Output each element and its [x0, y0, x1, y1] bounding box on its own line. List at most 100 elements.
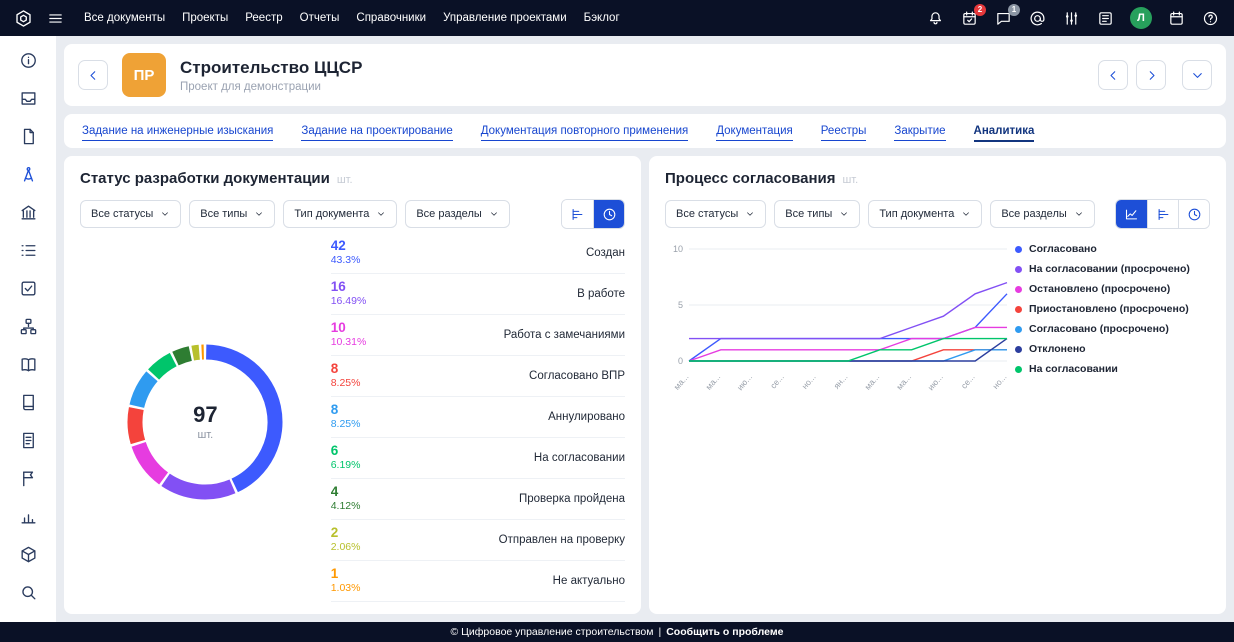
- legend-dot-icon: [1015, 326, 1022, 333]
- status-legend-list: 4243.3%Создан1616.49%В работе1010.31%Раб…: [331, 229, 625, 614]
- app-logo-icon[interactable]: [14, 9, 33, 28]
- doc-type-filter[interactable]: Тип документа: [868, 200, 982, 228]
- help-icon[interactable]: [1201, 9, 1220, 28]
- series-legend-item[interactable]: Согласовано: [1015, 243, 1210, 255]
- sidebar-item-search[interactable]: [0, 576, 56, 614]
- top-menu-item[interactable]: Справочники: [356, 12, 426, 24]
- series-legend-item[interactable]: Приостановлено (просрочено): [1015, 303, 1210, 315]
- legend-dot-icon: [1015, 286, 1022, 293]
- flag-icon: [19, 469, 38, 493]
- sidebar-item-bookopen[interactable]: [0, 348, 56, 386]
- series-legend-item[interactable]: Остановлено (просрочено): [1015, 283, 1210, 295]
- type-filter[interactable]: Все типы: [189, 200, 275, 228]
- sidebar-item-inbox[interactable]: [0, 82, 56, 120]
- status-filter[interactable]: Все статусы: [665, 200, 766, 228]
- sidebar-item-cube[interactable]: [0, 538, 56, 576]
- top-menu-item[interactable]: Реестр: [245, 12, 282, 24]
- status-label: Работа с замечаниями: [504, 329, 625, 341]
- bell-icon[interactable]: [926, 9, 945, 28]
- sidebar-item-compass[interactable]: [0, 158, 56, 196]
- user-avatar[interactable]: Л: [1130, 7, 1152, 29]
- top-menu-item[interactable]: Все документы: [84, 12, 165, 24]
- sidebar-item-file[interactable]: [0, 120, 56, 158]
- calendar-icon[interactable]: [1167, 9, 1186, 28]
- donut-segment[interactable]: [193, 352, 200, 353]
- donut-segment[interactable]: [176, 353, 191, 358]
- tab-label: Документация повторного применения: [481, 125, 689, 141]
- sidebar-item-flag[interactable]: [0, 462, 56, 500]
- donut-segment[interactable]: [139, 444, 164, 478]
- menu-icon[interactable]: [46, 9, 65, 28]
- x-tick-label: ма...: [703, 372, 722, 392]
- legend-dot-icon: [1015, 366, 1022, 373]
- notification-badge: 2: [974, 4, 986, 16]
- section-filter[interactable]: Все разделы: [405, 200, 509, 228]
- building-icon: [19, 203, 38, 227]
- status-percent: 4.12%: [331, 500, 361, 513]
- back-button[interactable]: [78, 60, 108, 90]
- top-menu-item[interactable]: Отчеты: [300, 12, 340, 24]
- documents-icon: [19, 127, 38, 151]
- section-filter[interactable]: Все разделы: [990, 200, 1094, 228]
- tab-item[interactable]: Документация: [716, 125, 793, 137]
- filter-label: Все статусы: [676, 208, 738, 220]
- history-view-button[interactable]: [1178, 200, 1209, 228]
- top-menu-item[interactable]: Управление проектами: [443, 12, 567, 24]
- sidebar-item-book[interactable]: [0, 386, 56, 424]
- sidebar-item-chart[interactable]: [0, 500, 56, 538]
- tab-item[interactable]: Закрытие: [894, 125, 945, 137]
- donut-segment[interactable]: [137, 376, 152, 406]
- status-count: 10: [331, 321, 367, 336]
- sidebar-item-docline[interactable]: [0, 424, 56, 462]
- series-legend-item[interactable]: На согласовании (просрочено): [1015, 263, 1210, 275]
- donut-segment[interactable]: [135, 408, 138, 441]
- type-filter[interactable]: Все типы: [774, 200, 860, 228]
- tab-item[interactable]: Задание на инженерные изыскания: [82, 125, 273, 137]
- expand-button[interactable]: [1182, 60, 1212, 90]
- series-line[interactable]: [689, 294, 1007, 361]
- panel-body: 0510ма...ма...ию...се...но...ян...ма...м…: [665, 229, 1210, 614]
- tab-item[interactable]: Аналитика: [974, 125, 1035, 137]
- sidebar-item-bank[interactable]: [0, 196, 56, 234]
- structure-icon: [19, 317, 38, 341]
- tab-label: Закрытие: [894, 125, 945, 141]
- tab-item[interactable]: Реестры: [821, 125, 867, 137]
- sidebar-item-checklist[interactable]: [0, 272, 56, 310]
- chevron-down-icon: [489, 209, 499, 219]
- calendar-tasks-icon[interactable]: 2: [960, 9, 979, 28]
- series-label: Отклонено: [1029, 343, 1086, 355]
- line-view-button[interactable]: [1116, 200, 1147, 228]
- tab-item[interactable]: Задание на проектирование: [301, 125, 452, 137]
- sidebar-item-hierarchy[interactable]: [0, 310, 56, 348]
- status-filter[interactable]: Все статусы: [80, 200, 181, 228]
- series-legend-item[interactable]: Отклонено: [1015, 343, 1210, 355]
- sidebar-item-tasks[interactable]: [0, 234, 56, 272]
- series-line[interactable]: [689, 283, 1007, 339]
- top-menu-item[interactable]: Бэклог: [584, 12, 620, 24]
- chevron-down-icon: [839, 209, 849, 219]
- donut-segment[interactable]: [166, 479, 233, 491]
- series-legend-item[interactable]: Согласовано (просрочено): [1015, 323, 1210, 335]
- prev-project-button[interactable]: [1098, 60, 1128, 90]
- donut-segment[interactable]: [154, 359, 174, 374]
- info-icon: [19, 51, 38, 75]
- settings-sliders-icon[interactable]: [1062, 9, 1081, 28]
- tab-item[interactable]: Документация повторного применения: [481, 125, 689, 137]
- panel-head: Статус разработки документации шт.: [80, 170, 625, 187]
- top-menu-item[interactable]: Проекты: [182, 12, 228, 24]
- report-problem-link[interactable]: Сообщить о проблеме: [666, 626, 783, 638]
- sidebar-item-info[interactable]: [0, 44, 56, 82]
- search-icon: [19, 583, 38, 607]
- bars-view-button[interactable]: [562, 200, 593, 228]
- history-view-button[interactable]: [593, 200, 624, 228]
- next-project-button[interactable]: [1136, 60, 1166, 90]
- messages-icon[interactable]: 1: [994, 9, 1013, 28]
- x-tick-label: но...: [799, 372, 817, 391]
- series-legend-item[interactable]: На согласовании: [1015, 363, 1210, 375]
- x-tick-label: ян...: [831, 372, 849, 391]
- doc-type-filter[interactable]: Тип документа: [283, 200, 397, 228]
- series-line[interactable]: [689, 350, 1007, 361]
- bars-view-button[interactable]: [1147, 200, 1178, 228]
- mentions-icon[interactable]: [1028, 9, 1047, 28]
- news-icon[interactable]: [1096, 9, 1115, 28]
